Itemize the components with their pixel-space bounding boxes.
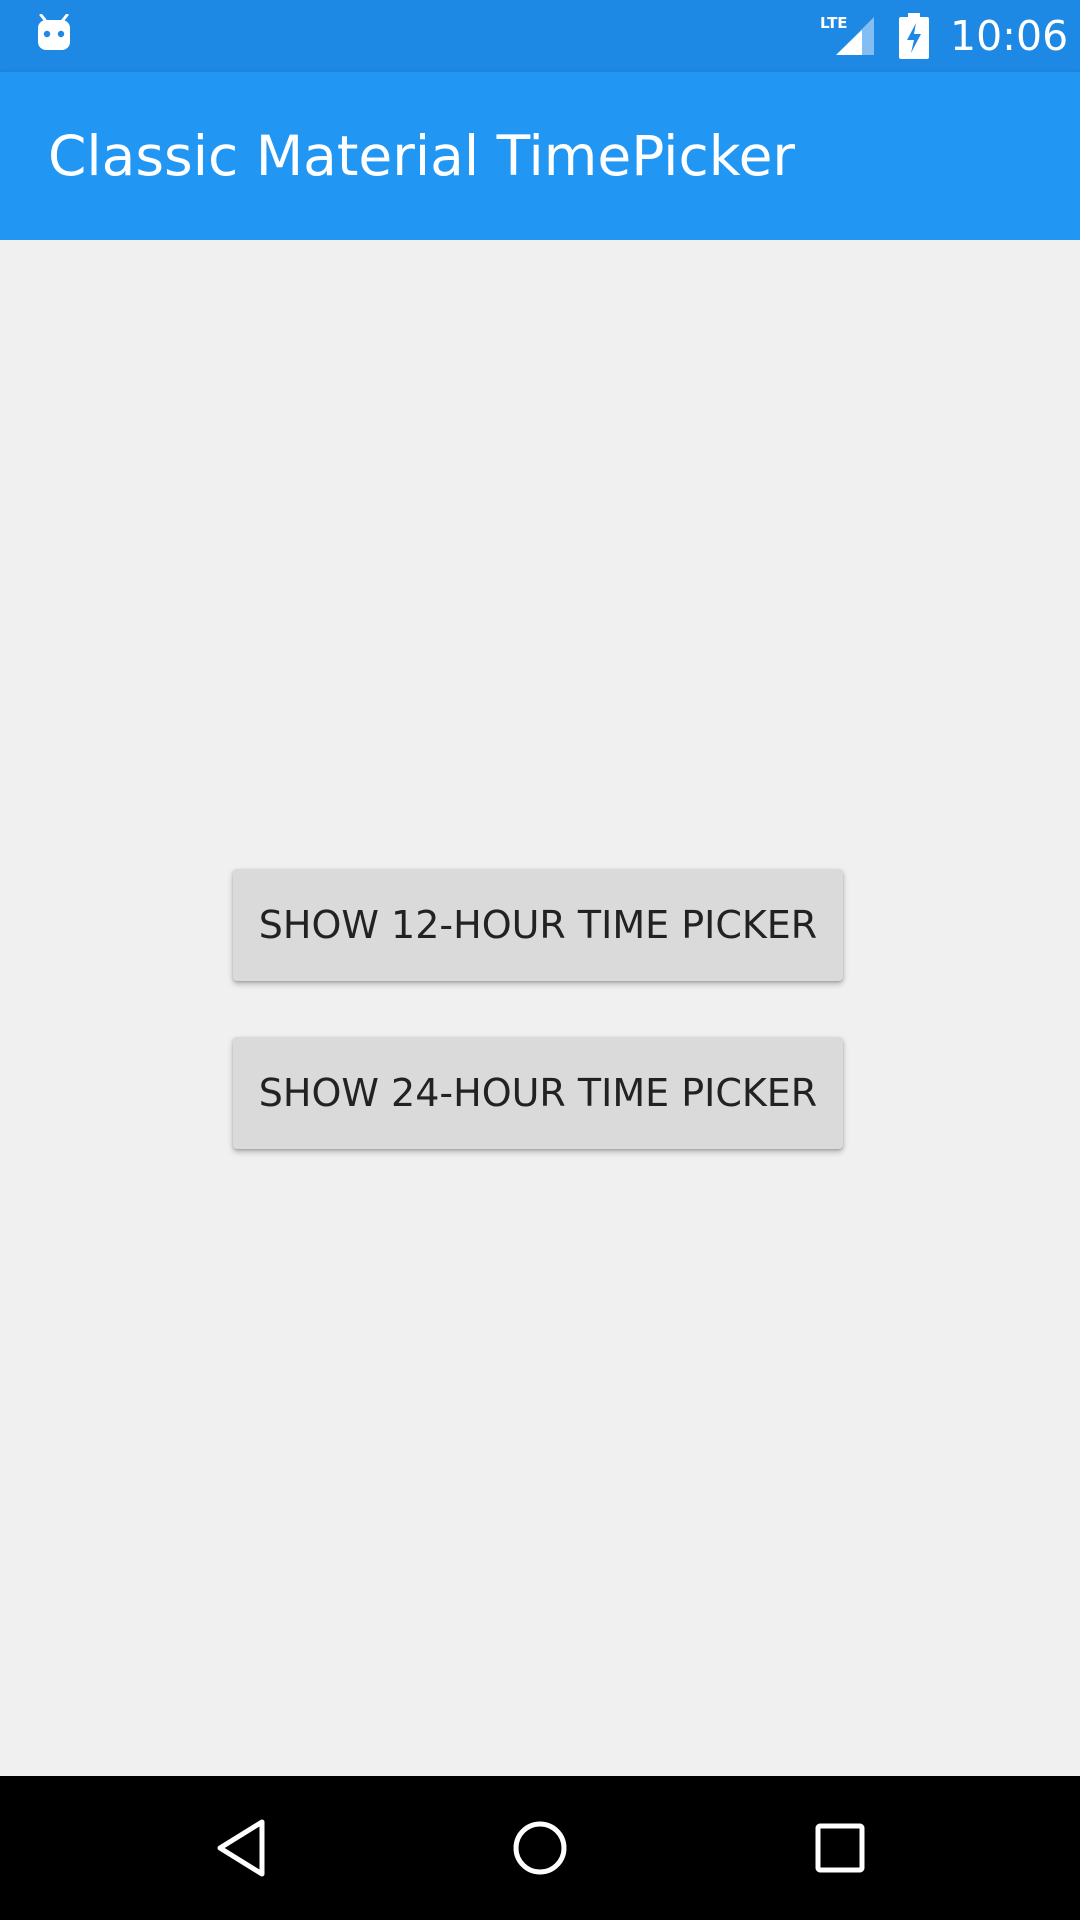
home-icon[interactable] (504, 1812, 576, 1884)
status-bar: LTE 10:06 (0, 0, 1080, 72)
android-icon (38, 14, 70, 50)
battery-charging-icon (899, 13, 929, 59)
app-title: Classic Material TimePicker (48, 124, 796, 188)
status-clock: 10:06 (950, 12, 1069, 60)
show-24-hour-time-picker-button[interactable]: SHOW 24-HOUR TIME PICKER (233, 1037, 843, 1149)
back-icon[interactable] (206, 1812, 278, 1884)
app-bar: Classic Material TimePicker (0, 72, 1080, 240)
recents-icon[interactable] (804, 1812, 876, 1884)
main-content: SHOW 12-HOUR TIME PICKER SHOW 24-HOUR TI… (0, 240, 1080, 1776)
network-type-label: LTE (820, 14, 848, 32)
lte-signal-icon: LTE (820, 14, 874, 55)
show-12-hour-time-picker-button[interactable]: SHOW 12-HOUR TIME PICKER (233, 869, 843, 981)
navigation-bar (0, 1776, 1080, 1920)
